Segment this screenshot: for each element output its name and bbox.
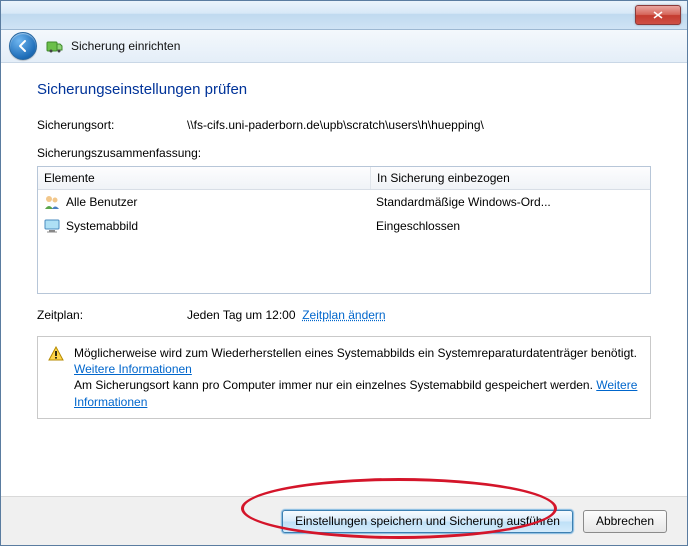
navbar: Sicherung einrichten <box>1 30 687 63</box>
col-elements[interactable]: Elemente <box>38 167 371 189</box>
summary-table: Elemente In Sicherung einbezogen Alle Be… <box>37 166 651 294</box>
schedule-label: Zeitplan: <box>37 308 187 322</box>
backup-icon <box>45 37 63 55</box>
table-row: Alle Benutzer Standardmäßige Windows-Ord… <box>38 190 650 214</box>
warning-text: Möglicherweise wird zum Wiederherstellen… <box>74 345 640 410</box>
close-icon <box>653 11 663 19</box>
col-included[interactable]: In Sicherung einbezogen <box>371 167 650 189</box>
save-and-run-button[interactable]: Einstellungen speichern und Sicherung au… <box>282 510 573 533</box>
table-header: Elemente In Sicherung einbezogen <box>38 167 650 190</box>
nav-title: Sicherung einrichten <box>71 39 180 53</box>
content: Sicherungseinstellungen prüfen Sicherung… <box>1 63 687 496</box>
schedule-row: Zeitplan: Jeden Tag um 12:00 Zeitplan än… <box>37 308 651 322</box>
warning-icon <box>48 346 64 362</box>
arrow-left-icon <box>16 39 30 53</box>
schedule-value: Jeden Tag um 12:00 Zeitplan ändern <box>187 308 386 322</box>
row-included: Eingeschlossen <box>370 216 650 236</box>
titlebar <box>1 1 687 30</box>
summary-label: Sicherungszusammenfassung: <box>37 146 651 160</box>
wizard-window: Sicherung einrichten Sicherungseinstellu… <box>0 0 688 546</box>
location-value: \\fs-cifs.uni-paderborn.de\upb\scratch\u… <box>187 118 651 132</box>
table-row: Systemabbild Eingeschlossen <box>38 214 650 238</box>
page-heading: Sicherungseinstellungen prüfen <box>37 81 651 98</box>
row-name: Alle Benutzer <box>66 195 137 209</box>
location-row: Sicherungsort: \\fs-cifs.uni-paderborn.d… <box>37 118 651 132</box>
users-icon <box>44 194 60 210</box>
cancel-button[interactable]: Abbrechen <box>583 510 667 533</box>
footer: Einstellungen speichern und Sicherung au… <box>1 496 687 545</box>
row-included: Standardmäßige Windows-Ord... <box>370 192 650 212</box>
back-button[interactable] <box>9 32 37 60</box>
monitor-icon <box>44 218 60 234</box>
warning-box: Möglicherweise wird zum Wiederherstellen… <box>37 336 651 419</box>
close-button[interactable] <box>635 5 681 25</box>
location-label: Sicherungsort: <box>37 118 187 132</box>
change-schedule-link[interactable]: Zeitplan ändern <box>302 308 385 322</box>
more-info-link-1[interactable]: Weitere Informationen <box>74 362 192 376</box>
row-name: Systemabbild <box>66 219 138 233</box>
